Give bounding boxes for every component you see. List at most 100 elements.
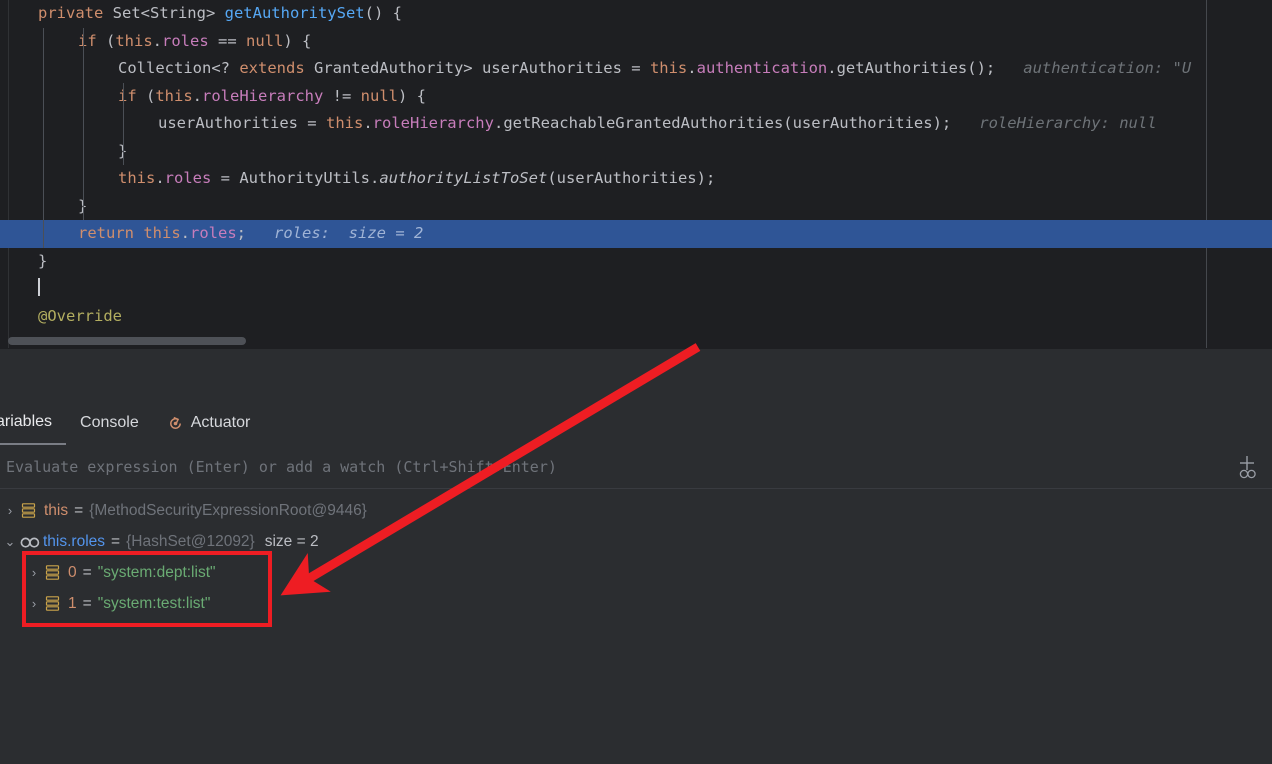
code-line-text: } xyxy=(8,197,87,215)
tab-actuator[interactable]: Actuator xyxy=(153,401,265,445)
variable-row[interactable]: › this = {MethodSecurityExpressionRoot@9446… xyxy=(0,495,1272,526)
chevron-right-icon[interactable]: › xyxy=(0,503,20,518)
code-token: . xyxy=(192,86,203,105)
variable-row[interactable]: › 1 = "system:test:list" xyxy=(0,588,1272,619)
code-line[interactable]: this.roles = AuthorityUtils.authorityLis… xyxy=(0,165,1272,193)
code-lines-container[interactable]: private Set<String> getAuthoritySet() {i… xyxy=(0,0,1272,348)
code-token: this xyxy=(143,224,181,242)
variable-row[interactable]: ⌄ this.roles = {HashSet@12092} size = 2 xyxy=(0,526,1272,557)
code-editor[interactable]: private Set<String> getAuthoritySet() {i… xyxy=(0,0,1272,348)
code-line-text: } xyxy=(8,252,47,270)
tab-label: Actuator xyxy=(190,414,251,431)
tab-variables[interactable]: ariables xyxy=(0,401,67,445)
tab-console[interactable]: Console xyxy=(66,401,153,445)
code-token: . xyxy=(152,31,163,50)
code-token: == xyxy=(208,31,247,50)
code-token: this xyxy=(118,169,156,187)
text-caret xyxy=(38,278,40,296)
code-token: ) { xyxy=(398,86,426,105)
code-line[interactable]: Collection<? extends GrantedAuthority> u… xyxy=(0,55,1272,83)
code-token: } xyxy=(38,251,48,270)
watch-glasses-icon xyxy=(20,535,40,549)
indent-guide xyxy=(43,55,44,83)
evaluate-expression-bar[interactable] xyxy=(0,445,1272,489)
add-watch-icon[interactable] xyxy=(1230,450,1264,484)
indent-guide xyxy=(83,165,84,193)
actuator-icon xyxy=(167,415,184,432)
code-token: getAuthoritySet xyxy=(224,4,365,22)
code-line-text xyxy=(8,278,40,297)
variable-name: 0 xyxy=(68,563,77,581)
code-token: private xyxy=(38,4,113,22)
code-line[interactable]: } xyxy=(0,137,1272,165)
object-list-icon xyxy=(44,596,61,611)
variable-name: this xyxy=(44,501,69,519)
code-line-text: this.roles = AuthorityUtils.authorityLis… xyxy=(8,169,715,187)
chevron-down-icon[interactable]: ⌄ xyxy=(0,534,20,550)
code-token: authorityListToSet xyxy=(379,169,548,187)
evaluate-expression-input[interactable] xyxy=(0,456,1230,477)
code-token: this xyxy=(115,31,153,50)
code-line-text: if (this.roles == null) { xyxy=(8,32,311,50)
variable-row[interactable]: › 0 = "system:dept:list" xyxy=(0,557,1272,588)
code-token: = AuthorityUtils. xyxy=(211,169,380,187)
code-token: authentication: "U xyxy=(995,59,1192,77)
code-line[interactable]: } xyxy=(0,248,1272,276)
indent-guide xyxy=(83,55,84,83)
indent-guide xyxy=(123,110,124,138)
equals-sign: = xyxy=(82,563,92,581)
indent-guide xyxy=(83,137,84,165)
debugger-panel: ariables Console Actuator › this = {MethodSec… xyxy=(0,348,1272,764)
code-token: roleHierarchy xyxy=(202,86,324,105)
code-line-text: } xyxy=(8,142,127,160)
code-token: roleHierarchy xyxy=(372,114,494,132)
indent-guide xyxy=(43,220,44,248)
code-token: authentication xyxy=(696,59,828,77)
code-token: Collection<? xyxy=(118,59,240,77)
code-token: this xyxy=(649,59,688,77)
equals-sign: = xyxy=(82,594,92,612)
code-line-text: userAuthorities = this.roleHierarchy.get… xyxy=(8,114,1157,132)
tab-label: ariables xyxy=(0,413,53,430)
chevron-right-icon[interactable]: › xyxy=(24,596,44,611)
code-token: . xyxy=(687,59,697,77)
code-token: Set<String> xyxy=(112,4,225,22)
variable-value: "system:test:list" xyxy=(97,594,211,612)
indent-guide xyxy=(43,165,44,193)
tab-label: Console xyxy=(80,414,139,431)
code-token: null xyxy=(360,86,398,105)
equals-sign: = xyxy=(74,501,84,519)
code-token: ) { xyxy=(283,31,312,50)
indent-guide xyxy=(123,82,124,110)
code-token: ( xyxy=(106,31,116,50)
code-line-text: private Set<String> getAuthoritySet() { xyxy=(8,4,402,22)
variables-tree[interactable]: › this = {MethodSecurityExpressionRoot@9446… xyxy=(0,495,1272,619)
indent-guide xyxy=(43,82,44,110)
code-token: . xyxy=(363,114,373,132)
code-token: userAuthorities = xyxy=(158,114,326,132)
code-line[interactable] xyxy=(0,275,1272,303)
code-line-text: Collection<? extends GrantedAuthority> u… xyxy=(8,59,1191,77)
code-token: null xyxy=(246,31,284,50)
indent-guide xyxy=(43,137,44,165)
code-line[interactable]: userAuthorities = this.roleHierarchy.get… xyxy=(0,110,1272,138)
code-line[interactable]: return this.roles; roles: size = 2 xyxy=(0,220,1272,248)
code-token: return xyxy=(78,224,144,242)
indent-guide xyxy=(123,137,124,165)
code-token: () { xyxy=(364,4,402,22)
indent-guide xyxy=(83,110,84,138)
code-token: roles xyxy=(162,31,209,50)
code-line[interactable]: if (this.roles == null) { xyxy=(0,27,1272,55)
indent-guide xyxy=(83,82,84,110)
code-line[interactable]: if (this.roleHierarchy != null) { xyxy=(0,82,1272,110)
editor-horizontal-scrollbar[interactable] xyxy=(8,337,246,345)
code-token: roles: size = 2 xyxy=(246,224,424,242)
code-line[interactable]: private Set<String> getAuthoritySet() { xyxy=(0,0,1272,28)
indent-guide xyxy=(83,192,84,220)
code-line[interactable]: } xyxy=(0,192,1272,220)
chevron-right-icon[interactable]: › xyxy=(24,565,44,580)
code-token: ; xyxy=(236,224,247,242)
code-token: roleHierarchy: null xyxy=(951,114,1157,132)
code-line[interactable]: @Override xyxy=(0,303,1272,331)
code-token: @Override xyxy=(38,306,122,325)
